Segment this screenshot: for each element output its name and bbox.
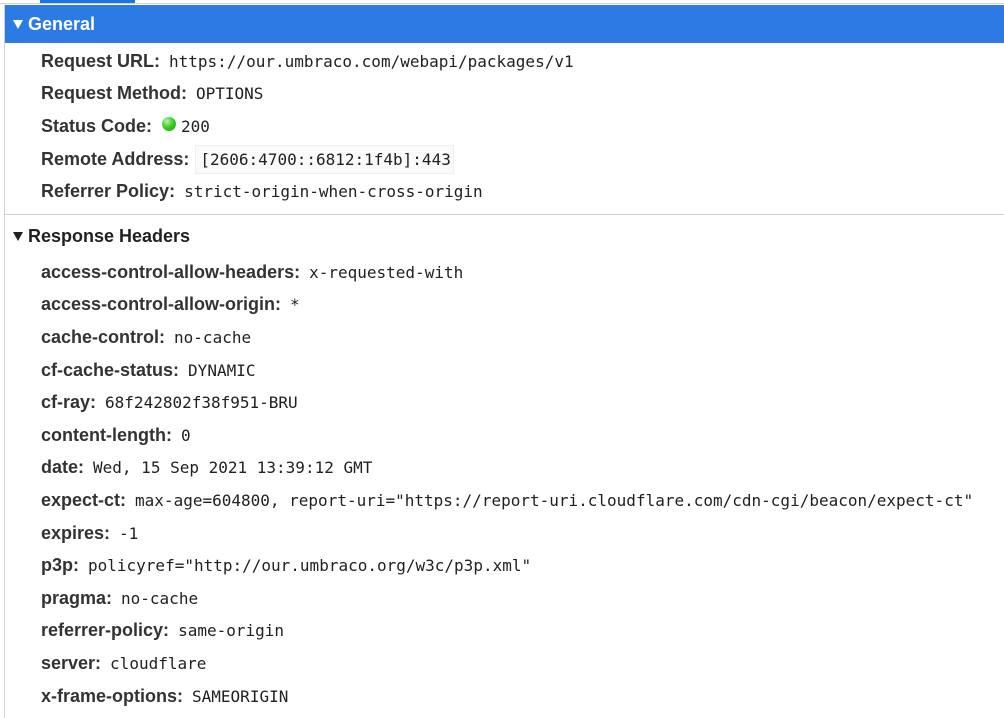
header-value[interactable]: same-origin	[178, 621, 284, 640]
header-value[interactable]: x-requested-with	[309, 263, 463, 282]
header-value[interactable]: SAMEORIGIN	[192, 687, 288, 706]
triangle-down-icon	[13, 20, 23, 29]
header-key: server:	[41, 652, 102, 673]
remote-address-row: Remote Address: [2606:4700::6812:1f4b]:4…	[41, 143, 574, 176]
response-headers-section-header[interactable]: Response Headers	[5, 220, 1004, 252]
referrer-policy-row: Referrer Policy: strict-origin-when-cros…	[41, 175, 574, 208]
header-value[interactable]: 0	[181, 426, 191, 445]
header-row: cf-cache-status: DYNAMIC	[41, 354, 973, 387]
header-key: Status Code:	[41, 115, 153, 136]
header-key: Request Method:	[41, 83, 187, 104]
header-row: referrer-policy: same-origin	[41, 615, 973, 648]
header-key: access-control-allow-origin:	[41, 294, 282, 315]
header-key: x-frame-options:	[41, 685, 184, 706]
green-dot-icon	[162, 117, 177, 132]
header-key: Referrer Policy:	[41, 181, 176, 202]
header-key: Request URL:	[41, 50, 161, 71]
response-header-rows: access-control-allow-headers: x-requeste…	[41, 256, 973, 712]
header-value[interactable]: 200	[181, 117, 210, 136]
request-url-row: Request URL: https://our.umbraco.com/web…	[41, 45, 574, 78]
header-value[interactable]: -1	[119, 524, 138, 543]
header-row: expires: -1	[41, 517, 973, 550]
header-value[interactable]: policyref="http://our.umbraco.org/w3c/p3…	[88, 556, 531, 575]
header-key: expires:	[41, 522, 111, 543]
panel-left-border	[4, 4, 5, 718]
general-rows: Request URL: https://our.umbraco.com/web…	[41, 45, 574, 208]
header-row: cf-ray: 68f242802f38f951-BRU	[41, 386, 973, 419]
header-key: expect-ct:	[41, 489, 127, 510]
header-key: p3p:	[41, 555, 79, 576]
response-headers-section-title: Response Headers	[28, 225, 191, 246]
header-row: server: cloudflare	[41, 647, 973, 680]
header-value[interactable]: max-age=604800, report-uri="https://repo…	[135, 491, 973, 510]
triangle-down-icon	[13, 232, 23, 241]
header-row: cache-control: no-cache	[41, 321, 973, 354]
header-value[interactable]: https://our.umbraco.com/webapi/packages/…	[169, 52, 574, 71]
header-key: cf-cache-status:	[41, 359, 180, 380]
header-value[interactable]: *	[290, 295, 300, 314]
header-value[interactable]: no-cache	[121, 589, 198, 608]
header-key: Remote Address:	[41, 148, 190, 169]
header-row: content-length: 0	[41, 419, 973, 452]
header-value[interactable]: OPTIONS	[196, 84, 263, 103]
header-key: date:	[41, 457, 85, 478]
request-method-row: Request Method: OPTIONS	[41, 78, 574, 111]
header-row: access-control-allow-origin: *	[41, 289, 973, 322]
header-value[interactable]: [2606:4700::6812:1f4b]:443	[195, 144, 454, 174]
header-key: cache-control:	[41, 326, 166, 347]
section-divider	[5, 214, 1004, 215]
header-value[interactable]: cloudflare	[110, 654, 206, 673]
header-value[interactable]: strict-origin-when-cross-origin	[184, 182, 483, 201]
active-tab-indicator	[40, 0, 135, 3]
general-section-title: General	[28, 13, 96, 34]
status-code-row: Status Code: 200	[41, 110, 574, 143]
header-key: content-length:	[41, 424, 172, 445]
general-section-header[interactable]: General	[5, 5, 1004, 43]
header-value[interactable]: Wed, 15 Sep 2021 13:39:12 GMT	[93, 458, 372, 477]
header-row: expect-ct: max-age=604800, report-uri="h…	[41, 484, 973, 517]
header-key: cf-ray:	[41, 392, 97, 413]
header-row: access-control-allow-headers: x-requeste…	[41, 256, 973, 289]
header-row: pragma: no-cache	[41, 582, 973, 615]
header-key: pragma:	[41, 587, 113, 608]
header-row: p3p: policyref="http://our.umbraco.org/w…	[41, 549, 973, 582]
top-strip	[0, 0, 1004, 4]
header-value[interactable]: 68f242802f38f951-BRU	[105, 393, 298, 412]
header-row: date: Wed, 15 Sep 2021 13:39:12 GMT	[41, 452, 973, 485]
header-key: access-control-allow-headers:	[41, 261, 301, 282]
header-row: x-frame-options: SAMEORIGIN	[41, 680, 973, 713]
header-key: referrer-policy:	[41, 620, 170, 641]
header-value[interactable]: no-cache	[174, 328, 251, 347]
header-value[interactable]: DYNAMIC	[188, 361, 255, 380]
